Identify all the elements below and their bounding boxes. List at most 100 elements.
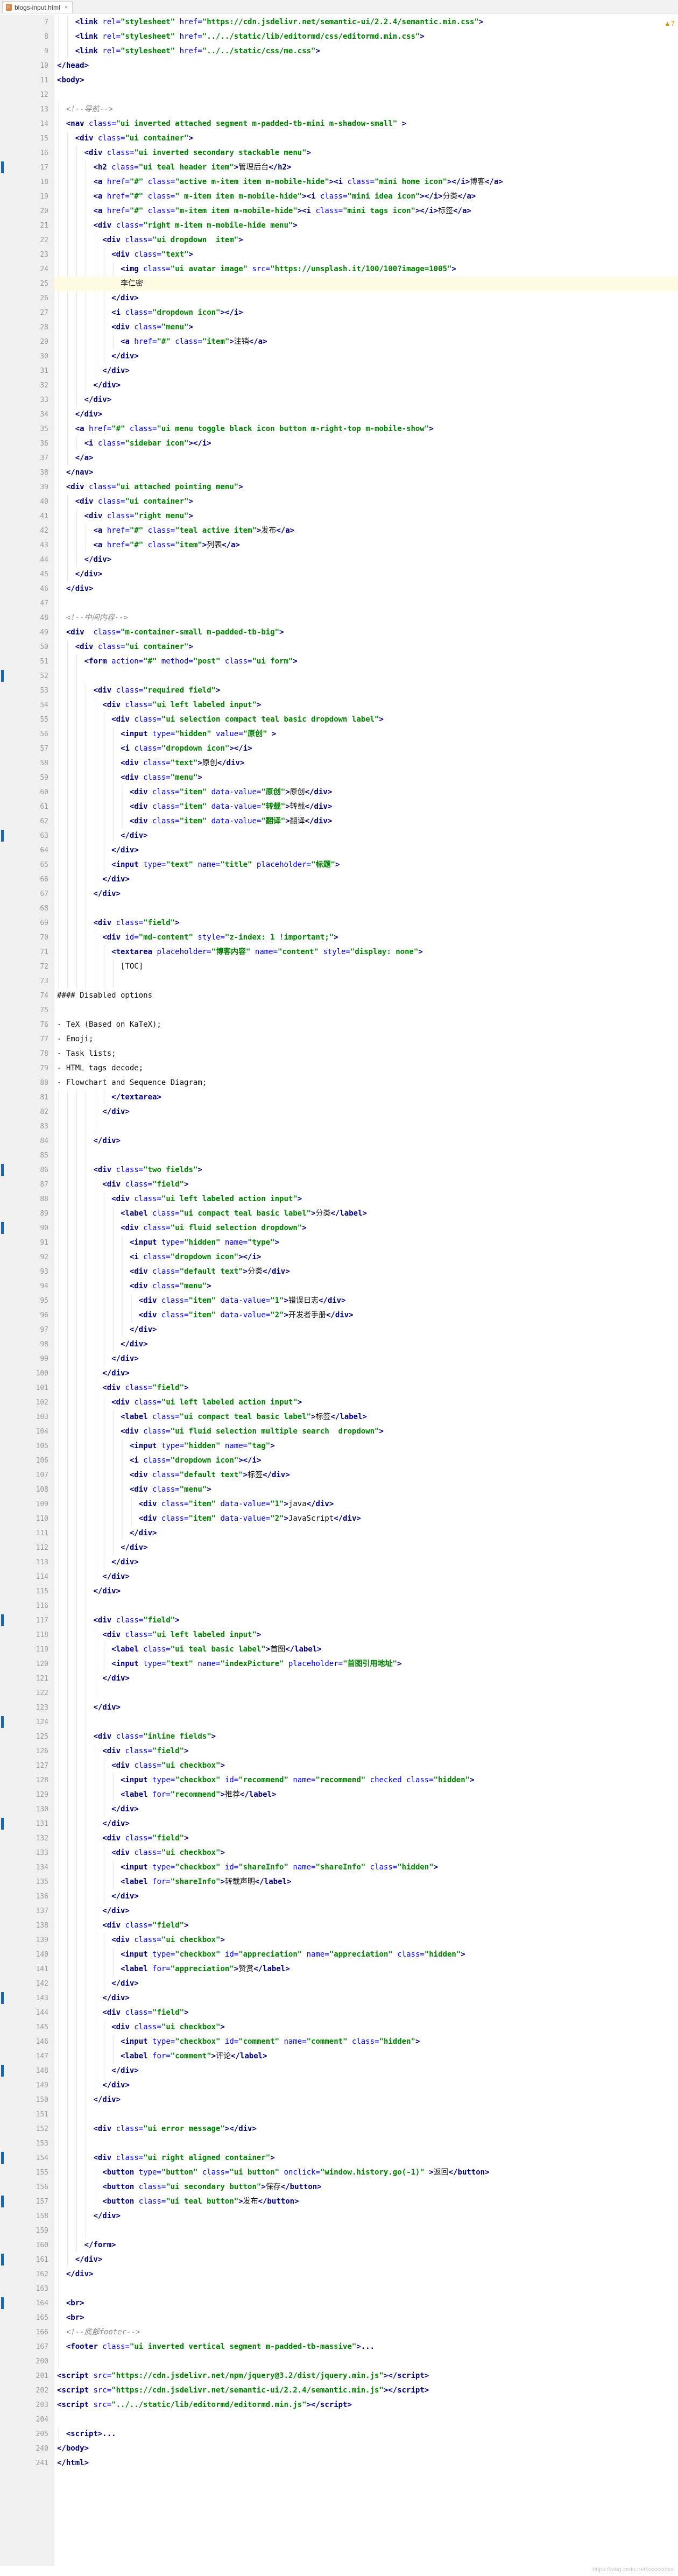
code-line[interactable]: 91 <input type="hidden" name="type"> [0,1236,678,1250]
code-line[interactable]: 101 <div class="field"> [0,1381,678,1395]
code-line[interactable]: 57 <i class="dropdown icon"></i> [0,742,678,756]
code-line[interactable]: 108 <div class="menu"> [0,1483,678,1497]
code-line[interactable]: 63 </div> [0,829,678,843]
code-line[interactable]: 42 < a href="#" class="teal active item" > 发… [0,524,678,538]
code-line[interactable]: 32 </div> [0,378,678,393]
code-line[interactable]: 116 [0,1599,678,1613]
code-line[interactable]: 85 [0,1148,678,1163]
code-line[interactable]: 67 </div> [0,887,678,901]
code-line[interactable]: 28 <div class="menu"> [0,320,678,335]
code-line[interactable]: 61 <div class="item" data-value="转载">转载</… [0,800,678,814]
code-line[interactable]: 26 </div> [0,291,678,306]
code-line[interactable]: 139 <div class="ui checkbox"> [0,1933,678,1947]
code-line[interactable]: 144 <div class="field"> [0,2006,678,2020]
code-line[interactable]: 160 </form> [0,2238,678,2253]
code-line[interactable]: 154 <div class="ui right aligned containe… [0,2151,678,2165]
code-line[interactable]: 140 <input type="checkbox" id="appreciati… [0,1947,678,1962]
code-line[interactable]: 158 </div> [0,2209,678,2224]
code-line[interactable]: 149 </div> [0,2078,678,2093]
code-line[interactable]: 82 </div> [0,1105,678,1119]
code-line[interactable]: 8 <link rel="stylesheet" href="../../stat… [0,30,678,44]
code-line[interactable]: 43 <a href="#" class="item">列表</a> [0,538,678,553]
code-line[interactable]: 133 <div class="ui checkbox"> [0,1846,678,1860]
code-line[interactable]: 62 <div class="item" data-value="翻译">翻译</… [0,814,678,829]
file-tab[interactable]: H blogs-input.html × [2,1,73,13]
code-line[interactable]: 69 <div class="field"> [0,916,678,930]
code-line[interactable]: 11 <body> [0,73,678,88]
code-line[interactable]: 138 <div class="field"> [0,1918,678,1933]
code-line[interactable]: 100 </div> [0,1366,678,1381]
code-line[interactable]: 30 </div> [0,349,678,364]
code-line[interactable]: 120 <input type="text" name="indexPicture… [0,1657,678,1671]
code-line[interactable]: 75 [0,1003,678,1018]
code-line[interactable]: 47 [0,596,678,611]
code-line[interactable]: 88 <div class="ui left labeled action inp… [0,1192,678,1206]
code-line[interactable]: 156 <button class="ui secondary button">保… [0,2180,678,2194]
code-line[interactable]: 204 [0,2412,678,2427]
code-line[interactable]: 153 [0,2136,678,2151]
code-line[interactable]: 53 <div class="required field"> [0,683,678,698]
code-line[interactable]: 240 </body> [0,2441,678,2456]
code-line[interactable]: 54 <div class="ui left labeled input"> [0,698,678,712]
code-line[interactable]: 200 [0,2354,678,2369]
code-line[interactable]: 129 <label for="recommend">推荐</label> [0,1788,678,1802]
code-line[interactable]: 126 <div class="field"> [0,1744,678,1759]
code-line[interactable]: 59 <div class="menu"> [0,771,678,785]
code-line[interactable]: 136 </div> [0,1889,678,1904]
code-line[interactable]: 34 </div> [0,407,678,422]
code-line[interactable]: 21 <div class="right m-item m-mobile-hide… [0,218,678,233]
code-line[interactable]: 37 </a> [0,451,678,465]
code-line[interactable]: 18 <a href="#" class="active m-item item … [0,175,678,189]
code-line[interactable]: 119 <label class="ui teal basic label">首图… [0,1642,678,1657]
code-line[interactable]: 105 <input type="hidden" name="tag"> [0,1439,678,1453]
code-line[interactable]: 17 <h2 class="ui teal header item">管理后台</… [0,160,678,175]
code-line[interactable]: 84 </div> [0,1134,678,1148]
code-line[interactable]: 70 <div id="md-content" style="z-index: 1… [0,930,678,945]
code-line[interactable]: 143 </div> [0,1991,678,2006]
code-line[interactable]: 90 <div class="ui fluid selection dropdow… [0,1221,678,1236]
code-line[interactable]: 165 <br> [0,2311,678,2325]
code-line[interactable]: 157 <button class="ui teal button">发布</bu… [0,2194,678,2209]
code-line[interactable]: 39 <div class="ui attached pointing menu"… [0,480,678,495]
code-line[interactable]: 121 </div> [0,1671,678,1686]
code-line[interactable]: 49 <div class="m-container-small m-padded… [0,625,678,640]
code-line[interactable]: 152 <div class="ui error message"></div> [0,2122,678,2136]
code-line[interactable]: 122 [0,1686,678,1700]
code-line[interactable]: 155 <button type="button" class="ui butto… [0,2165,678,2180]
code-line[interactable]: 107 <div class="default text">标签</div> [0,1468,678,1483]
code-line[interactable]: 44 </div> [0,553,678,567]
code-line[interactable]: 9 <link rel="stylesheet" href="../../stat… [0,44,678,59]
code-line[interactable]: 15 <div class="ui container"> [0,131,678,146]
code-line[interactable]: 103 <label class="ui compact teal basic l… [0,1410,678,1424]
code-line[interactable]: 148 </div> [0,2064,678,2078]
code-line[interactable]: 201 <script src="https://cdn.jsdelivr.net… [0,2369,678,2383]
code-line[interactable]: 98 </div> [0,1337,678,1352]
code-line[interactable]: 132 <div class="field"> [0,1831,678,1846]
code-line[interactable]: 166 <!--底部footer--> [0,2325,678,2340]
code-line[interactable]: 77 - Emoji; [0,1032,678,1047]
code-line[interactable]: 137 </div> [0,1904,678,1918]
code-line[interactable]: 78 - Task lists; [0,1047,678,1061]
code-line[interactable]: 68 [0,901,678,916]
code-line[interactable]: 73 [0,974,678,989]
code-line[interactable]: 14 <nav class="ui inverted attached segme… [0,117,678,131]
code-line[interactable]: 145 <div class="ui checkbox"> [0,2020,678,2035]
code-line[interactable]: 161 </div> [0,2253,678,2267]
code-line[interactable]: 12 [0,88,678,102]
code-line[interactable]: 60 <div class="item" data-value="原创">原创</… [0,785,678,800]
code-line[interactable]: 92 <i class="dropdown icon"></i> [0,1250,678,1265]
code-line[interactable]: 72 [TOC] [0,959,678,974]
code-line[interactable]: 113 </div> [0,1555,678,1570]
code-line[interactable]: 134 <input type="checkbox" id="shareInfo"… [0,1860,678,1875]
code-line[interactable]: 164 <br> [0,2296,678,2311]
code-line[interactable]: 66 </div> [0,872,678,887]
code-line[interactable]: 87 <div class="field"> [0,1177,678,1192]
code-line[interactable]: 110 <div class="item" data-value="2">Java… [0,1512,678,1526]
code-line[interactable]: 22 <div class="ui dropdown item"> [0,233,678,248]
code-line[interactable]: 123 </div> [0,1700,678,1715]
code-line[interactable]: 203 <script src="../../static/lib/editorm… [0,2398,678,2412]
code-line[interactable]: 241 </html> [0,2456,678,2471]
code-line[interactable]: 106 <i class="dropdown icon"></i> [0,1453,678,1468]
code-line[interactable]: 102 <div class="ui left labeled action in… [0,1395,678,1410]
code-line[interactable]: 127 <div class="ui checkbox"> [0,1759,678,1773]
